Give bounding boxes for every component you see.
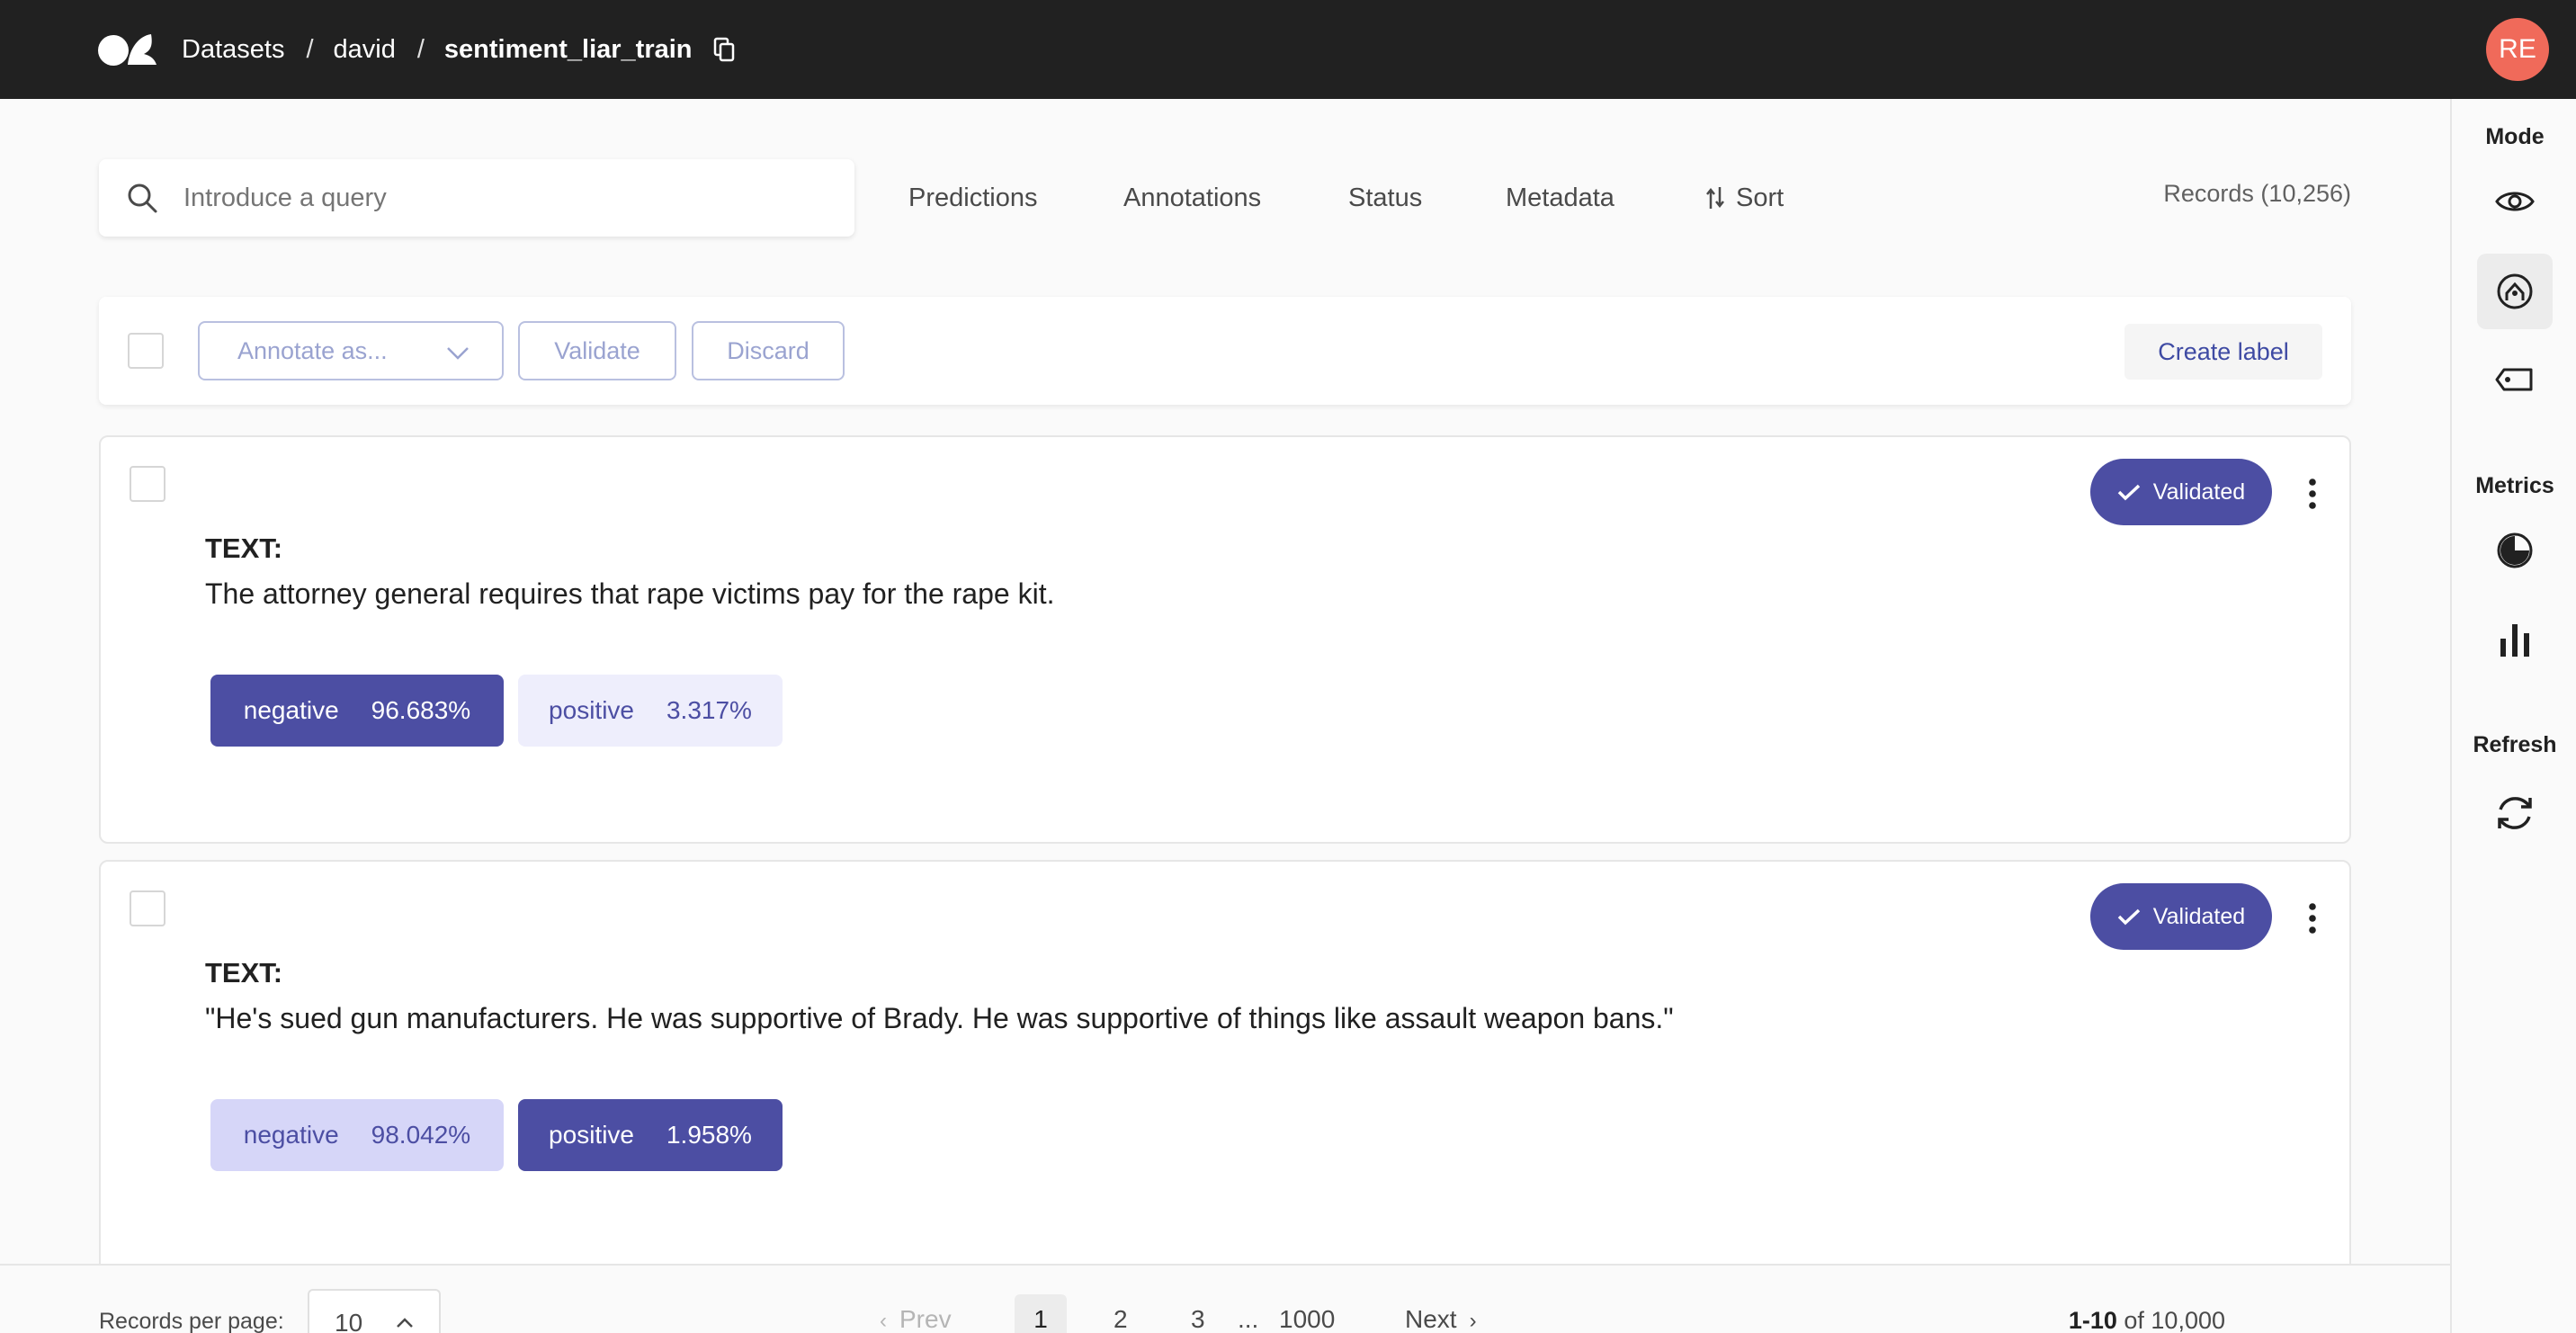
argilla-logo-icon[interactable] bbox=[97, 32, 158, 67]
record-checkbox[interactable] bbox=[130, 466, 165, 502]
mode-heading: Mode bbox=[2485, 124, 2545, 149]
text-field-label: TEXT: bbox=[205, 532, 283, 564]
top-bar: Datasets / david / sentiment_liar_train … bbox=[0, 0, 2576, 99]
labelling-rules-button[interactable] bbox=[2477, 342, 2553, 417]
text-field-label: TEXT: bbox=[205, 957, 283, 989]
refresh-button[interactable] bbox=[2477, 775, 2553, 851]
metrics-heading: Metrics bbox=[2475, 473, 2554, 498]
chevron-right-icon: › bbox=[1469, 1309, 1477, 1333]
breadcrumb-separator: / bbox=[306, 34, 314, 64]
annotate-as-label: Annotate as... bbox=[237, 336, 388, 364]
breadcrumb: Datasets / david / sentiment_liar_train bbox=[182, 32, 736, 67]
refresh-icon bbox=[2498, 797, 2532, 829]
tag-icon bbox=[2495, 368, 2533, 391]
bar-chart-icon bbox=[2500, 624, 2529, 657]
chevron-left-icon: ‹ bbox=[880, 1309, 887, 1333]
records-count: Records (10,256) bbox=[2163, 180, 2351, 207]
label-chip-negative[interactable]: negative 98.042% bbox=[210, 1099, 504, 1171]
records-range: 1-10 of 10,000 bbox=[2068, 1307, 2225, 1333]
records-per-page-select[interactable]: 10 bbox=[308, 1289, 441, 1333]
label-chip-positive[interactable]: positive 1.958% bbox=[518, 1099, 783, 1171]
progress-metrics-button[interactable] bbox=[2477, 513, 2553, 588]
bulk-action-bar: Annotate as... Validate Discard Create l… bbox=[99, 297, 2351, 405]
record-text: The attorney general requires that rape … bbox=[205, 577, 1055, 610]
discard-button[interactable]: Discard bbox=[692, 321, 845, 380]
check-icon bbox=[2117, 484, 2140, 501]
chevron-down-icon bbox=[447, 347, 469, 360]
predictions-filter[interactable]: Predictions bbox=[908, 178, 1037, 218]
annotations-filter[interactable]: Annotations bbox=[1123, 178, 1261, 218]
explore-mode-button[interactable] bbox=[2477, 164, 2553, 239]
page-ellipsis: ... bbox=[1238, 1305, 1259, 1333]
search-input[interactable] bbox=[183, 183, 813, 213]
annotate-as-dropdown[interactable]: Annotate as... bbox=[198, 321, 504, 380]
status-filter[interactable]: Status bbox=[1348, 178, 1422, 218]
search-icon bbox=[128, 183, 157, 213]
breadcrumb-separator: / bbox=[416, 34, 425, 64]
right-sidebar: Mode Metrics Refresh bbox=[2450, 99, 2576, 1333]
page-button-3[interactable]: 3 bbox=[1191, 1305, 1205, 1333]
prev-page-button[interactable]: ‹ Prev bbox=[880, 1305, 952, 1333]
user-avatar[interactable]: RE bbox=[2486, 18, 2549, 81]
annotate-mode-button[interactable] bbox=[2477, 254, 2553, 329]
record-card: Validated TEXT: "He's sued gun manufactu… bbox=[99, 860, 2351, 1283]
create-label-button[interactable]: Create label bbox=[2124, 324, 2322, 380]
records-per-page-label: Records per page: bbox=[99, 1309, 284, 1333]
next-page-button[interactable]: Next › bbox=[1405, 1305, 1477, 1333]
breadcrumb-dataset: sentiment_liar_train bbox=[443, 34, 693, 64]
validate-button[interactable]: Validate bbox=[518, 321, 676, 380]
search-box bbox=[99, 159, 854, 237]
label-chip-negative[interactable]: negative 96.683% bbox=[210, 675, 504, 747]
annotate-icon bbox=[2497, 273, 2533, 309]
page-button-last[interactable]: 1000 bbox=[1279, 1305, 1335, 1333]
select-all-checkbox[interactable] bbox=[128, 333, 164, 369]
status-badge: Validated bbox=[2090, 883, 2272, 950]
sort-label: Sort bbox=[1736, 183, 1784, 212]
record-card: Validated TEXT: The attorney general req… bbox=[99, 435, 2351, 844]
stats-metrics-button[interactable] bbox=[2477, 601, 2553, 676]
breadcrumb-datasets[interactable]: Datasets bbox=[182, 35, 284, 65]
progress-icon bbox=[2497, 532, 2533, 568]
sort-icon bbox=[1706, 187, 1724, 209]
more-options-icon[interactable] bbox=[2308, 903, 2317, 934]
status-badge: Validated bbox=[2090, 459, 2272, 525]
metadata-filter[interactable]: Metadata bbox=[1506, 178, 1614, 218]
record-checkbox[interactable] bbox=[130, 890, 165, 926]
pagination-footer: Records per page: 10 ‹ Prev 1 2 3 ... 100… bbox=[0, 1264, 2450, 1333]
refresh-heading: Refresh bbox=[2473, 732, 2557, 757]
copy-icon[interactable] bbox=[712, 36, 736, 63]
chevron-up-icon bbox=[397, 1318, 413, 1328]
more-options-icon[interactable] bbox=[2308, 479, 2317, 509]
page-button-2[interactable]: 2 bbox=[1114, 1305, 1128, 1333]
record-text: "He's sued gun manufacturers. He was sup… bbox=[205, 1002, 1674, 1034]
label-chip-positive[interactable]: positive 3.317% bbox=[518, 675, 783, 747]
check-icon bbox=[2117, 908, 2140, 926]
eye-icon bbox=[2495, 192, 2535, 211]
breadcrumb-owner[interactable]: david bbox=[334, 35, 396, 65]
sort-button[interactable]: Sort bbox=[1705, 178, 1784, 218]
page-button-1[interactable]: 1 bbox=[1015, 1294, 1067, 1333]
